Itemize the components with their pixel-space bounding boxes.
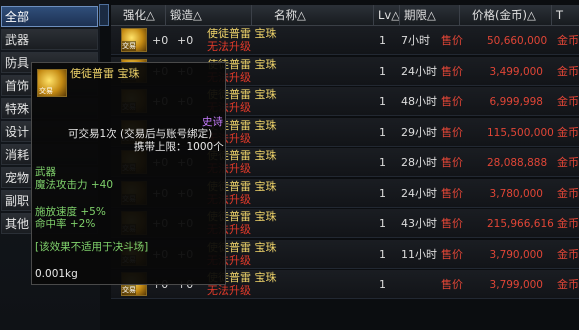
price-label: 售价 (441, 95, 463, 108)
orb-icon: 交易 (37, 69, 67, 97)
item-expire: 11小时 (401, 247, 437, 261)
item-quantity: 1 (379, 278, 386, 291)
header-enhance[interactable]: 强化△ (119, 5, 165, 25)
table-row[interactable]: 交易 +0 +0 使徒普雷 宝珠 无法升级 1 7小时 售价 50,660,000 金币 (111, 26, 579, 55)
item-quantity: 1 (379, 125, 386, 139)
column-header: 强化△ 锻造△ 名称△ Lv△ 期限△ 价格(金币)△ T (111, 5, 579, 26)
tooltip-item-type: 武器 (35, 166, 56, 178)
tooltip-stat-hit-rate: 命中率 +2% (35, 218, 96, 230)
price-label: 售价 (441, 156, 463, 169)
price-value: 3,790,000 (489, 248, 543, 261)
tooltip-weight: 0.001kg (35, 268, 78, 280)
item-tooltip: 交易 使徒普雷 宝珠 史诗 可交易1次 (交易后与账号绑定) 携带上限：1000… (31, 62, 226, 285)
item-name: 使徒普雷 宝珠 (207, 27, 277, 40)
price-value: 215,966,616 (487, 218, 554, 230)
price-label: 售价 (441, 64, 463, 78)
price-value: 6,999,998 (489, 96, 543, 108)
currency-label: 金币 (557, 217, 579, 230)
tooltip-stat-magic-attack: 魔法攻击力 +40 (35, 179, 113, 191)
item-quantity: 1 (379, 217, 386, 230)
item-expire: 24小时 (401, 186, 437, 200)
item-quantity: 1 (379, 186, 386, 200)
category-weapon[interactable]: 武器 (1, 29, 98, 50)
price-label: 售价 (441, 217, 463, 230)
item-expire: 24小时 (401, 64, 437, 78)
item-expire: 28小时 (401, 156, 437, 169)
price-value: 3,499,000 (489, 65, 543, 78)
forge-value: +0 (177, 34, 194, 47)
tooltip-trade-info: 可交易1次 (交易后与账号绑定) (68, 128, 213, 140)
price-label: 售价 (441, 278, 463, 291)
header-price[interactable]: 价格(金币)△ (459, 5, 551, 25)
currency-label: 金币 (557, 278, 579, 291)
header-extra[interactable]: T (551, 5, 579, 25)
currency-label: 金币 (557, 64, 579, 78)
currency-label: 金币 (557, 125, 579, 139)
price-value: 3,780,000 (489, 187, 543, 200)
header-forge[interactable]: 锻造△ (165, 5, 251, 25)
currency-label: 金币 (557, 34, 579, 47)
price-value: 50,660,000 (487, 35, 548, 47)
price-label: 售价 (441, 34, 463, 47)
price-label: 售价 (441, 186, 463, 200)
category-all[interactable]: 全部 (1, 6, 98, 27)
header-expire[interactable]: 期限△ (399, 5, 459, 25)
price-value: 3,799,000 (489, 279, 543, 291)
currency-label: 金币 (557, 156, 579, 169)
tradable-badge: 交易 (122, 285, 136, 295)
tooltip-note: [该效果不适用于决斗场] (35, 241, 149, 253)
tooltip-tradable-badge: 交易 (39, 87, 53, 95)
tooltip-title: 使徒普雷 宝珠 (70, 67, 140, 80)
item-quantity: 1 (379, 34, 386, 47)
tooltip-carry-limit: 携带上限：1000个 (134, 141, 224, 153)
item-quantity: 1 (379, 156, 386, 169)
item-expire: 7小时 (401, 34, 430, 47)
sidebar-scrollbar[interactable] (99, 4, 109, 26)
item-expire: 43小时 (401, 217, 437, 230)
item-upgrade-status: 无法升级 (207, 40, 251, 53)
item-quantity: 1 (379, 247, 386, 261)
item-expire: 29小时 (401, 125, 437, 139)
header-name[interactable]: 名称△ (251, 5, 373, 25)
currency-label: 金币 (557, 186, 579, 200)
enhance-value: +0 (152, 34, 169, 47)
header-level[interactable]: Lv△ (373, 5, 400, 25)
price-label: 售价 (441, 125, 463, 139)
item-expire: 48小时 (401, 95, 437, 108)
price-label: 售价 (441, 247, 463, 261)
price-value: 28,088,888 (487, 157, 548, 169)
item-upgrade-status: 无法升级 (207, 284, 251, 297)
price-value: 115,500,000 (487, 126, 554, 139)
orb-icon: 交易 (121, 28, 147, 52)
tradable-badge: 交易 (122, 41, 136, 51)
currency-label: 金币 (557, 95, 579, 108)
item-quantity: 1 (379, 64, 386, 78)
currency-label: 金币 (557, 247, 579, 261)
item-quantity: 1 (379, 95, 386, 108)
